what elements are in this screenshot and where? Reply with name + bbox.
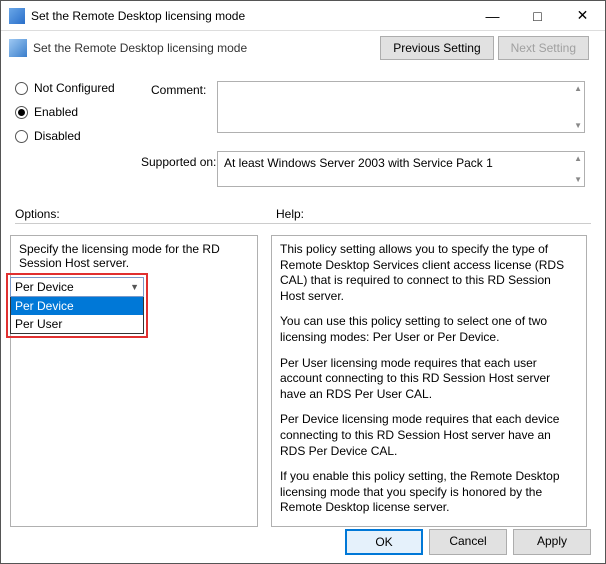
dialog-footer: OK Cancel Apply — [345, 529, 591, 555]
previous-setting-button[interactable]: Previous Setting — [380, 36, 493, 60]
chevron-down-icon: ▼ — [130, 282, 139, 292]
titlebar: Set the Remote Desktop licensing mode ― … — [1, 1, 605, 31]
help-text: This policy setting allows you to specif… — [280, 242, 578, 304]
options-description: Specify the licensing mode for the RD Se… — [19, 242, 249, 270]
maximize-button[interactable]: □ — [515, 1, 560, 30]
supported-on-text: At least Windows Server 2003 with Servic… — [224, 156, 493, 170]
subheader-title: Set the Remote Desktop licensing mode — [33, 41, 380, 55]
help-text: You can use this policy setting to selec… — [280, 314, 578, 345]
ok-button[interactable]: OK — [345, 529, 423, 555]
radio-icon — [15, 130, 28, 143]
supported-on-label: Supported on: — [141, 155, 216, 169]
combobox-option[interactable]: Per Device — [11, 297, 143, 315]
close-button[interactable]: ✕ — [560, 1, 605, 30]
scroll-down-icon: ▼ — [574, 175, 582, 184]
comment-label: Comment: — [151, 83, 206, 97]
state-radio-group: Not Configured Enabled Disabled — [15, 81, 145, 153]
help-label: Help: — [276, 207, 304, 221]
combobox-option[interactable]: Per User — [11, 315, 143, 333]
cancel-button[interactable]: Cancel — [429, 529, 507, 555]
help-text: Per User licensing mode requires that ea… — [280, 356, 578, 403]
help-panel: This policy setting allows you to specif… — [271, 235, 587, 527]
supported-on-box: At least Windows Server 2003 with Servic… — [217, 151, 585, 187]
next-setting-button[interactable]: Next Setting — [498, 36, 589, 60]
scroll-up-icon: ▲ — [574, 154, 582, 163]
combobox-dropdown: Per Device Per User — [10, 297, 144, 334]
help-text: If you disable or do not configure this … — [280, 526, 578, 527]
radio-icon — [15, 82, 28, 95]
radio-label: Disabled — [34, 129, 81, 143]
radio-label: Not Configured — [34, 81, 115, 95]
combobox-value: Per Device — [15, 280, 74, 294]
scroll-down-icon: ▼ — [574, 121, 582, 130]
help-text: If you enable this policy setting, the R… — [280, 469, 578, 516]
policy-icon — [9, 39, 27, 57]
radio-not-configured[interactable]: Not Configured — [15, 81, 145, 95]
licensing-mode-combobox[interactable]: Per Device ▼ — [10, 277, 144, 297]
subheader: Set the Remote Desktop licensing mode Pr… — [1, 31, 605, 65]
help-text: Per Device licensing mode requires that … — [280, 412, 578, 459]
options-label: Options: — [15, 207, 60, 221]
apply-button[interactable]: Apply — [513, 529, 591, 555]
app-icon — [9, 8, 25, 24]
radio-icon — [15, 106, 28, 119]
window-title: Set the Remote Desktop licensing mode — [31, 9, 470, 23]
divider — [15, 223, 591, 224]
highlight-annotation: Per Device ▼ Per Device Per User — [6, 273, 148, 338]
radio-label: Enabled — [34, 105, 78, 119]
radio-disabled[interactable]: Disabled — [15, 129, 145, 143]
minimize-button[interactable]: ― — [470, 1, 515, 30]
comment-textarea[interactable]: ▲ ▼ — [217, 81, 585, 133]
radio-enabled[interactable]: Enabled — [15, 105, 145, 119]
scroll-up-icon: ▲ — [574, 84, 582, 93]
window-controls: ― □ ✕ — [470, 1, 605, 30]
